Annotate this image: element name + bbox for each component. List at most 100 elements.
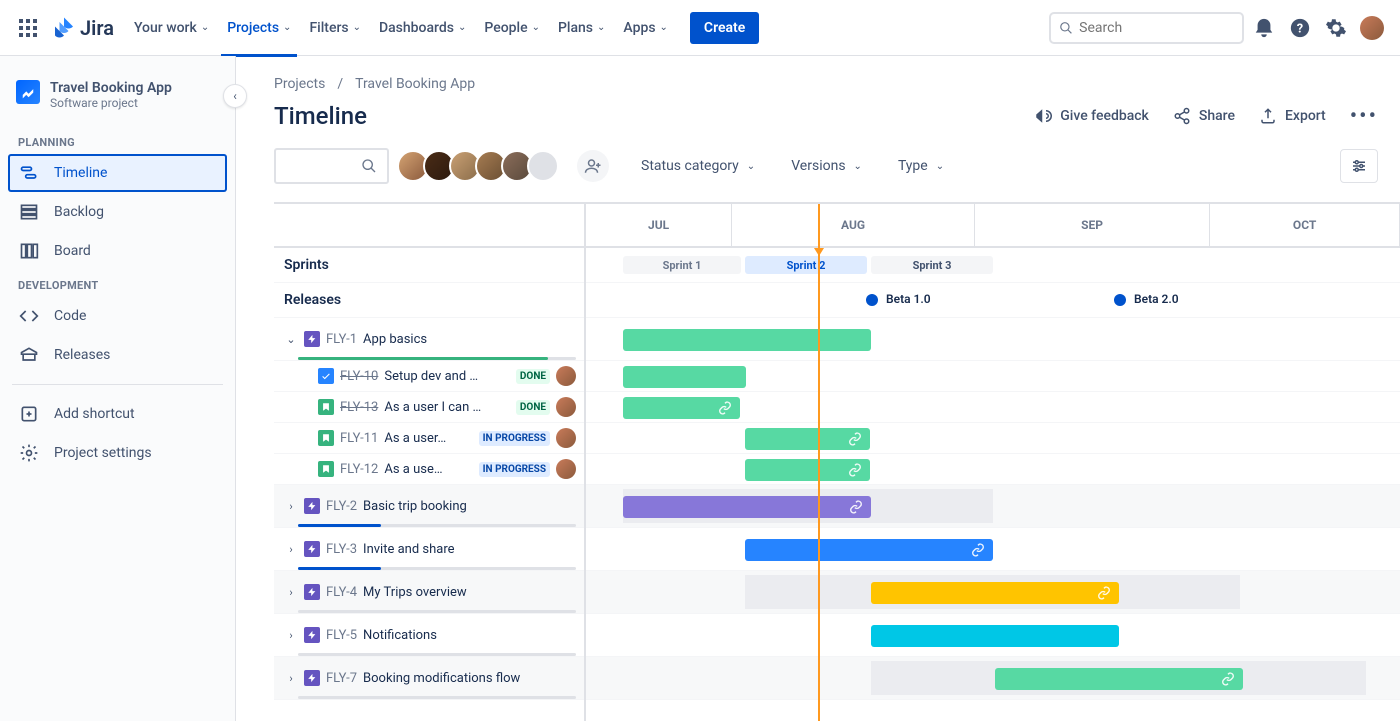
nav-filters[interactable]: Filters⌄ xyxy=(301,14,369,42)
issue-row[interactable]: FLY-10Setup dev and …DONE xyxy=(274,361,584,392)
timeline-row xyxy=(586,423,1400,454)
release-marker[interactable] xyxy=(866,294,878,306)
timeline-bar[interactable] xyxy=(871,582,1119,604)
export-button[interactable]: Export xyxy=(1259,107,1326,125)
nav-plans[interactable]: Plans⌄ xyxy=(550,14,613,42)
gear-icon xyxy=(18,442,40,464)
more-actions-button[interactable]: ••• xyxy=(1350,104,1378,129)
timeline-bar[interactable] xyxy=(623,496,871,518)
timeline-bar[interactable] xyxy=(745,539,993,561)
epic-row[interactable]: ›FLY-7Booking modifications flow xyxy=(274,657,584,700)
logo-text: Jira xyxy=(80,16,114,40)
epic-row[interactable]: ›FLY-4My Trips overview xyxy=(274,571,584,614)
timeline-bar[interactable] xyxy=(623,329,871,351)
sprint-tag[interactable]: Sprint 3 xyxy=(871,256,993,274)
timeline-bar[interactable] xyxy=(995,668,1243,690)
assignee-avatar[interactable] xyxy=(556,397,576,417)
sprint-tag[interactable]: Sprint 1 xyxy=(623,256,741,274)
filter-search-input[interactable] xyxy=(274,148,389,184)
sidebar-item-releases[interactable]: Releases xyxy=(8,336,227,374)
month-sep: SEP xyxy=(975,204,1210,246)
timeline-row xyxy=(586,657,1400,700)
issue-row[interactable]: FLY-13As a user I can …DONE xyxy=(274,392,584,423)
epic-row[interactable]: ⌄FLY-1App basics xyxy=(274,318,584,361)
sidebar-item-backlog[interactable]: Backlog xyxy=(8,193,227,231)
issue-row[interactable]: FLY-12As a use…IN PROGRESS xyxy=(274,454,584,485)
chevron-down-icon: ⌄ xyxy=(747,161,755,172)
breadcrumb-leaf[interactable]: Travel Booking App xyxy=(355,76,475,92)
nav-projects[interactable]: Projects⌄ xyxy=(219,14,299,42)
timeline-row xyxy=(586,571,1400,614)
sprint-tag[interactable]: Sprint 2 xyxy=(745,256,867,274)
timeline-icon xyxy=(18,162,40,184)
timeline-bar[interactable] xyxy=(871,625,1119,647)
add-shortcut-icon xyxy=(18,403,40,425)
epic-icon xyxy=(304,541,320,557)
breadcrumb-root[interactable]: Projects xyxy=(274,76,325,92)
give-feedback-button[interactable]: Give feedback xyxy=(1034,107,1149,125)
search-input[interactable] xyxy=(1049,12,1244,44)
assignee-avatar[interactable] xyxy=(556,428,576,448)
settings-icon[interactable] xyxy=(1320,12,1352,44)
assignee-avatar[interactable] xyxy=(556,459,576,479)
sidebar-label: Code xyxy=(54,308,86,324)
nav-people[interactable]: People⌄ xyxy=(476,14,548,42)
help-icon[interactable]: ? xyxy=(1284,12,1316,44)
release-marker[interactable] xyxy=(1114,294,1126,306)
jira-logo[interactable]: Jira xyxy=(52,16,114,40)
expand-toggle[interactable]: ⌄ xyxy=(284,333,298,346)
sidebar-label: Project settings xyxy=(54,445,152,461)
epic-row[interactable]: ›FLY-3Invite and share xyxy=(274,528,584,571)
sidebar-item-project-settings[interactable]: Project settings xyxy=(8,434,227,472)
epic-row[interactable]: ›FLY-2Basic trip booking xyxy=(274,485,584,528)
expand-toggle[interactable]: › xyxy=(284,672,298,685)
nav-dashboards[interactable]: Dashboards⌄ xyxy=(371,14,474,42)
timeline-bar[interactable] xyxy=(623,397,740,419)
expand-toggle[interactable]: › xyxy=(284,543,298,556)
month-aug: AUG xyxy=(732,204,975,246)
status-category-filter[interactable]: Status category ⌄ xyxy=(637,152,759,180)
type-filter[interactable]: Type ⌄ xyxy=(894,152,948,180)
timeline-bar[interactable] xyxy=(623,366,746,388)
filter-label: Versions xyxy=(791,158,845,174)
collapse-sidebar-button[interactable]: ‹ xyxy=(223,84,247,108)
sidebar-label: Timeline xyxy=(54,165,107,181)
timeline-bar[interactable] xyxy=(745,428,870,450)
sidebar: ‹ Travel Booking App Software project PL… xyxy=(0,56,236,721)
nav-your-work[interactable]: Your work⌄ xyxy=(126,14,217,42)
versions-filter[interactable]: Versions ⌄ xyxy=(787,152,866,180)
add-people-button[interactable] xyxy=(577,150,609,182)
issue-row[interactable]: FLY-11As a user…IN PROGRESS xyxy=(274,423,584,454)
project-type: Software project xyxy=(50,96,172,110)
search-field[interactable] xyxy=(1079,20,1234,36)
issue-key: FLY-5 xyxy=(326,628,357,643)
expand-toggle[interactable]: › xyxy=(284,586,298,599)
create-button[interactable]: Create xyxy=(690,12,759,44)
issue-key: FLY-4 xyxy=(326,585,357,600)
month-jul: JUL xyxy=(586,204,732,246)
progress-bar xyxy=(298,524,576,527)
timeline-grid: Sprints Releases ⌄FLY-1App basicsFLY-10S… xyxy=(274,202,1400,721)
notifications-icon[interactable] xyxy=(1248,12,1280,44)
view-settings-button[interactable] xyxy=(1340,149,1378,183)
share-button[interactable]: Share xyxy=(1173,107,1235,125)
sidebar-item-add-shortcut[interactable]: Add shortcut xyxy=(8,395,227,433)
epic-row[interactable]: ›FLY-5Notifications xyxy=(274,614,584,657)
project-header[interactable]: Travel Booking App Software project xyxy=(8,76,227,128)
nav-apps[interactable]: Apps⌄ xyxy=(615,14,676,42)
expand-toggle[interactable]: › xyxy=(284,500,298,513)
progress-bar xyxy=(298,567,576,570)
app-switcher-icon[interactable] xyxy=(12,12,44,44)
sidebar-item-timeline[interactable]: Timeline xyxy=(8,154,227,192)
sidebar-item-board[interactable]: Board xyxy=(8,232,227,270)
issue-key: FLY-11 xyxy=(340,431,378,446)
task-icon xyxy=(318,368,334,384)
sidebar-item-code[interactable]: Code xyxy=(8,297,227,335)
expand-toggle[interactable]: › xyxy=(284,629,298,642)
timeline-right-column[interactable]: JULAUGSEPOCT Sprint 1Sprint 2Sprint 3 Be… xyxy=(586,204,1400,721)
assignee-filter[interactable] xyxy=(403,150,559,182)
profile-avatar[interactable] xyxy=(1356,12,1388,44)
timeline-row xyxy=(586,361,1400,392)
assignee-avatar[interactable] xyxy=(556,366,576,386)
timeline-bar[interactable] xyxy=(745,459,870,481)
